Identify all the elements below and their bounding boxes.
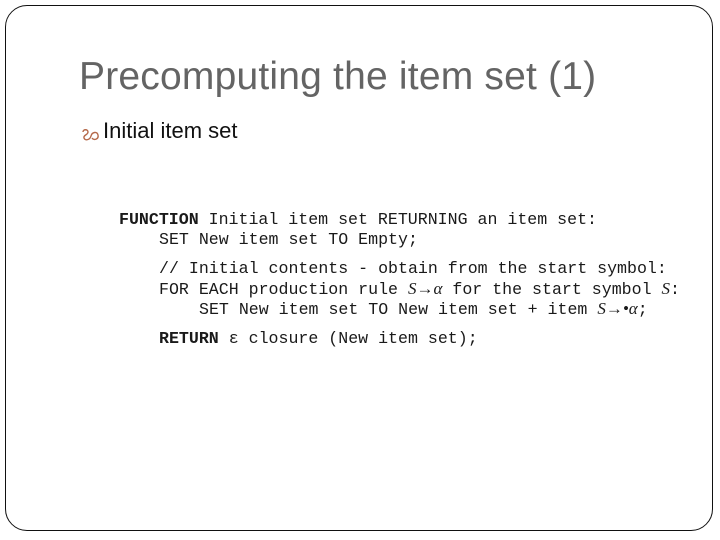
code-line-1: FUNCTION Initial item set RETURNING an i… xyxy=(119,210,597,230)
code-keyword: RETURN xyxy=(159,329,219,348)
pseudocode-block: FUNCTION Initial item set RETURNING an i… xyxy=(119,210,680,348)
item-math: S→•α xyxy=(597,299,638,318)
code-text: production rule xyxy=(238,280,408,299)
bullet-item: Initial item set xyxy=(80,118,238,144)
code-line-2: SET New item set TO Empty; xyxy=(119,230,418,250)
code-keyword: SET xyxy=(199,300,229,319)
code-text: New item set TO New item set + item xyxy=(228,300,598,319)
code-comment: // Initial contents - obtain from the st… xyxy=(159,259,667,278)
start-symbol-math: S xyxy=(661,279,670,298)
code-keyword: SET xyxy=(159,230,189,249)
code-line-6: RETURN ε closure (New item set); xyxy=(119,329,478,349)
bullet-text: Initial item set xyxy=(103,118,238,143)
code-line-4: FOR EACH production rule S→α for the sta… xyxy=(119,279,680,299)
code-keyword: FUNCTION xyxy=(119,210,199,229)
code-keyword: FOR EACH xyxy=(159,280,239,299)
code-text: : xyxy=(669,280,680,299)
code-line-3: // Initial contents - obtain from the st… xyxy=(119,259,667,279)
code-text: New item set TO Empty; xyxy=(188,230,418,249)
decorative-bullet-icon xyxy=(80,123,102,141)
code-line-5: SET New item set TO New item set + item … xyxy=(119,299,648,319)
production-rule-math: S→α xyxy=(407,279,443,298)
code-text: ; xyxy=(637,300,648,319)
code-text: Initial item set RETURNING an item set: xyxy=(198,210,597,229)
slide-title: Precomputing the item set (1) xyxy=(79,55,597,98)
code-text: ε closure (New item set); xyxy=(218,329,478,348)
code-text: for the start symbol xyxy=(442,280,662,299)
